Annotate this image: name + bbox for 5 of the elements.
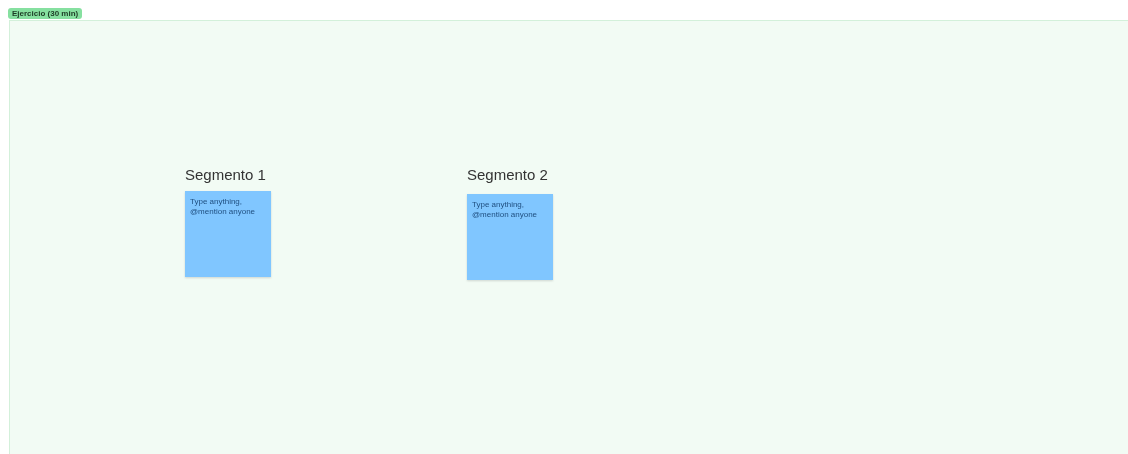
frame-label[interactable]: Ejercicio (30 min)	[8, 8, 83, 19]
section-title: Segmento 1	[185, 166, 266, 183]
section-title: Segmento 2	[467, 166, 548, 183]
sticky-note[interactable]: Type anything, @mention anyone	[185, 191, 271, 277]
sticky-note[interactable]: Type anything, @mention anyone	[467, 194, 553, 280]
